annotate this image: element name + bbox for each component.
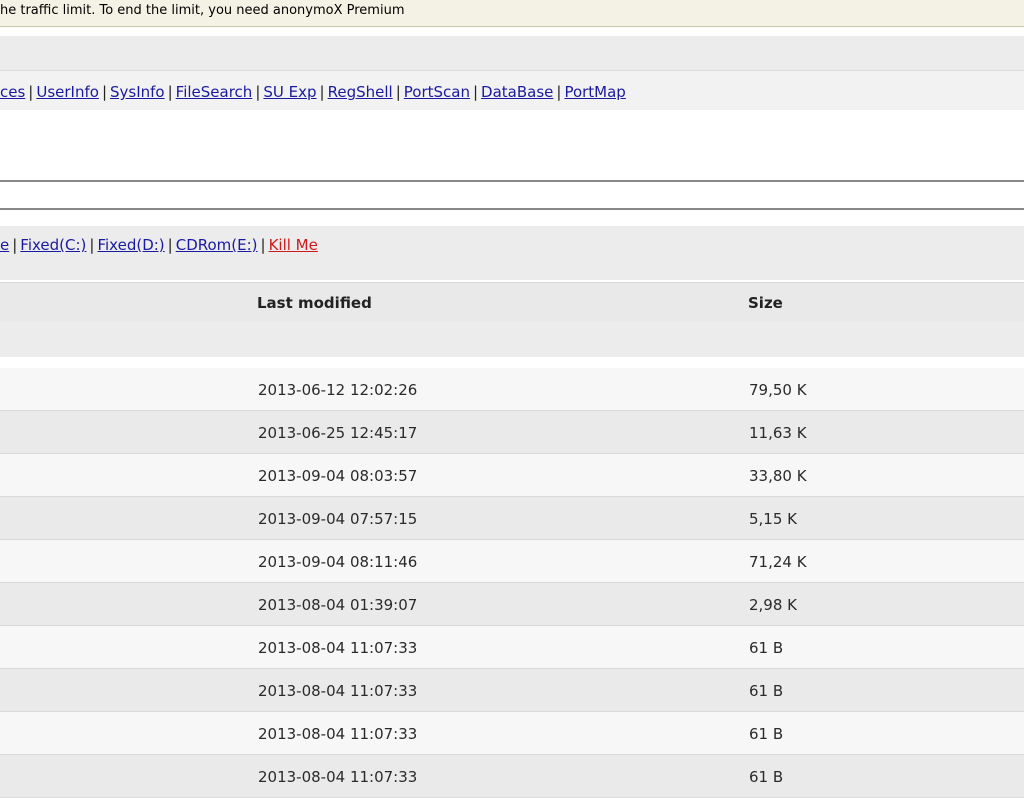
nav-separator: | — [101, 83, 107, 101]
cell-size: 79,50 K — [749, 381, 807, 399]
table-row[interactable]: 2013-08-04 11:07:33 61 B — [0, 669, 1024, 712]
cell-size: 61 B — [749, 768, 784, 786]
nav-link-sysinfo[interactable]: SysInfo — [110, 83, 165, 101]
cell-last-modified: 2013-06-25 12:45:17 — [258, 424, 418, 442]
nav-separator: | — [28, 83, 34, 101]
tool-nav: ces | UserInfo | SysInfo | FileSearch | SU Exp | R… — [0, 70, 1024, 111]
nav-separator: | — [255, 83, 261, 101]
table-row[interactable]: 2013-08-04 11:07:33 61 B — [0, 712, 1024, 755]
cell-size: 61 B — [749, 639, 784, 657]
file-table-body: 2013-06-12 12:02:26 79,50 K 2013-06-25 12… — [0, 368, 1024, 798]
drive-link-fixed-c[interactable]: Fixed(C:) — [20, 236, 86, 254]
nav-separator: | — [395, 83, 401, 101]
cell-size: 61 B — [749, 682, 784, 700]
cell-last-modified: 2013-06-12 12:02:26 — [258, 381, 418, 399]
drive-separator: | — [12, 236, 18, 254]
path-input[interactable] — [0, 180, 1024, 210]
table-row[interactable]: 2013-08-04 11:07:33 61 B — [0, 755, 1024, 798]
nav-link-filesearch[interactable]: FileSearch — [176, 83, 253, 101]
nav-separator: | — [556, 83, 562, 101]
file-table-header: Last modified Size — [0, 282, 1024, 322]
cell-last-modified: 2013-08-04 11:07:33 — [258, 768, 418, 786]
cell-size: 33,80 K — [749, 467, 807, 485]
cell-size: 71,24 K — [749, 553, 807, 571]
cell-last-modified: 2013-08-04 11:07:33 — [258, 639, 418, 657]
drive-link-fixed-d[interactable]: Fixed(D:) — [97, 236, 164, 254]
nav-link-regshell[interactable]: RegShell — [328, 83, 393, 101]
drive-separator: | — [167, 236, 173, 254]
nav-link-database[interactable]: DataBase — [481, 83, 553, 101]
nav-separator: | — [167, 83, 173, 101]
drive-link-partial[interactable]: e — [0, 236, 9, 254]
cell-last-modified: 2013-09-04 08:11:46 — [258, 553, 418, 571]
nav-separator: | — [472, 83, 479, 101]
column-header-last-modified[interactable]: Last modified — [257, 294, 372, 312]
nav-separator: | — [319, 83, 325, 101]
cell-last-modified: 2013-08-04 01:39:07 — [258, 596, 418, 614]
nav-link-su-exp[interactable]: SU Exp — [263, 83, 316, 101]
table-row[interactable]: 2013-06-12 12:02:26 79,50 K — [0, 368, 1024, 411]
column-header-size[interactable]: Size — [748, 294, 783, 312]
nav-link-services[interactable]: ces — [0, 83, 25, 101]
table-row[interactable]: 2013-09-04 08:11:46 71,24 K — [0, 540, 1024, 583]
nav-link-portmap[interactable]: PortMap — [564, 83, 625, 101]
header-band — [0, 36, 1024, 70]
cell-size: 11,63 K — [749, 424, 807, 442]
content-blank-area — [0, 110, 1024, 180]
nav-link-portscan[interactable]: PortScan — [404, 83, 470, 101]
table-row[interactable]: 2013-09-04 08:03:57 33,80 K — [0, 454, 1024, 497]
table-row[interactable]: 2013-06-25 12:45:17 11,63 K — [0, 411, 1024, 454]
nav-link-userinfo[interactable]: UserInfo — [36, 83, 99, 101]
drive-separator: | — [89, 236, 95, 254]
drive-separator: | — [260, 236, 266, 254]
notice-text: he traffic limit. To end the limit, you … — [0, 3, 405, 18]
drive-link-cdrom-e[interactable]: CDRom(E:) — [176, 236, 258, 254]
cell-last-modified: 2013-09-04 08:03:57 — [258, 467, 418, 485]
kill-me-link[interactable]: Kill Me — [269, 236, 318, 254]
table-row[interactable]: 2013-08-04 01:39:07 2,98 K — [0, 583, 1024, 626]
cell-size: 61 B — [749, 725, 784, 743]
table-row[interactable]: 2013-08-04 11:07:33 61 B — [0, 626, 1024, 669]
cell-size: 2,98 K — [749, 596, 798, 614]
parent-directory-row — [0, 321, 1024, 357]
traffic-limit-notice: he traffic limit. To end the limit, you … — [0, 0, 1024, 27]
cell-last-modified: 2013-08-04 11:07:33 — [258, 682, 418, 700]
cell-last-modified: 2013-09-04 07:57:15 — [258, 510, 418, 528]
cell-last-modified: 2013-08-04 11:07:33 — [258, 725, 418, 743]
drive-nav: e | Fixed(C:) | Fixed(D:) | CDRom(E:) | Kill Me — [0, 226, 1024, 280]
cell-size: 5,15 K — [749, 510, 798, 528]
table-row[interactable]: 2013-09-04 07:57:15 5,15 K — [0, 497, 1024, 540]
